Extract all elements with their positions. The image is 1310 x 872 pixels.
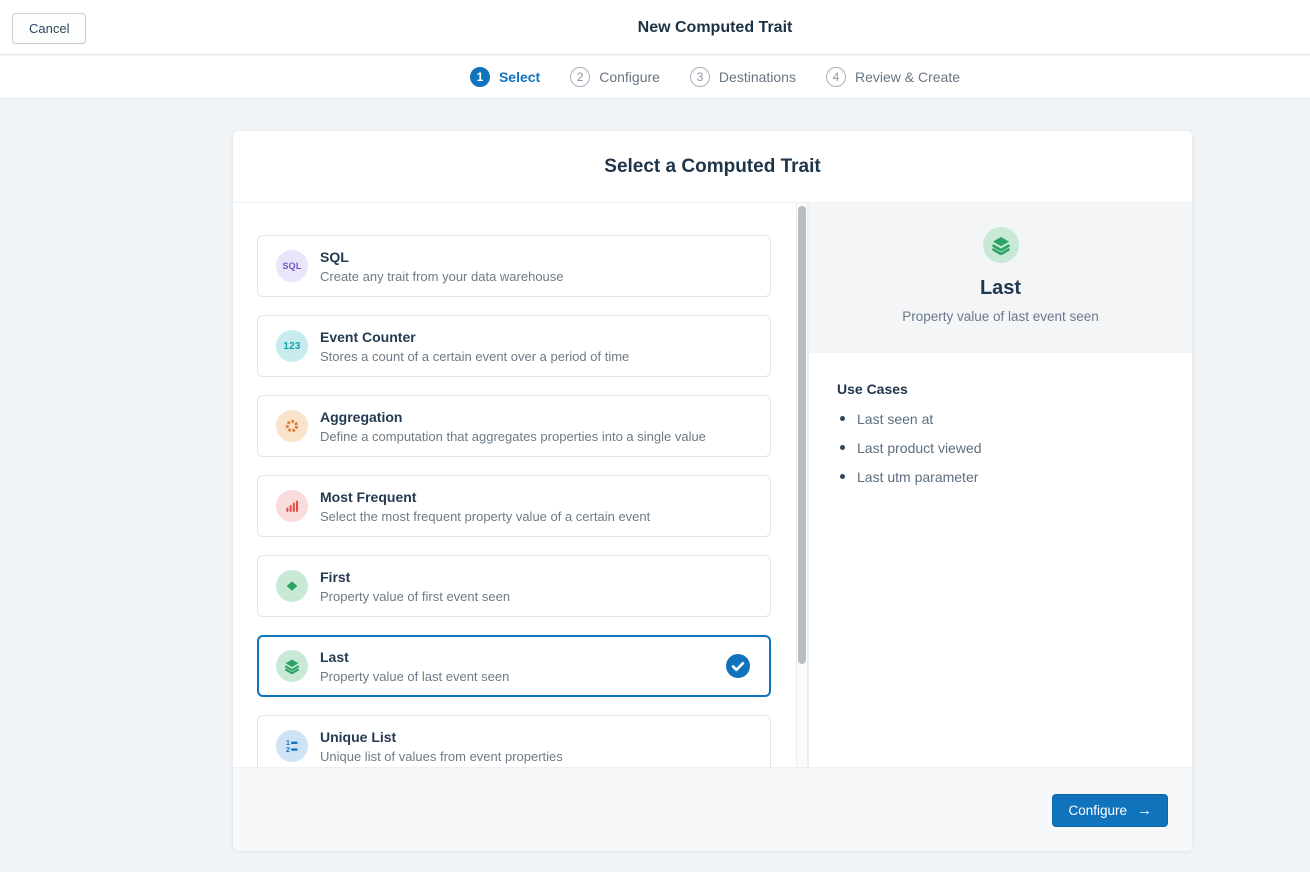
trait-option-unique-list[interactable]: 12 Unique List Unique list of values from … — [257, 715, 771, 767]
trait-name: Aggregation — [320, 409, 706, 425]
step-label: Destinations — [719, 69, 796, 85]
trait-name: First — [320, 569, 510, 585]
trait-description: Stores a count of a certain event over a… — [320, 349, 629, 364]
use-cases-list: Last seen at Last product viewed Last utm … — [837, 411, 1168, 485]
card-title: Select a Computed Trait — [604, 156, 820, 178]
trait-description: Define a computation that aggregates pro… — [320, 429, 706, 444]
trait-name: Unique List — [320, 729, 563, 745]
card-header: Select a Computed Trait — [233, 131, 1192, 203]
step-number-badge: 1 — [470, 67, 490, 87]
step-label: Select — [499, 69, 540, 85]
numbered-list-icon: 12 — [276, 730, 308, 762]
trait-text: Most Frequent Select the most frequent pr… — [320, 489, 650, 524]
trait-list: SQL SQL Create any trait from your data wa… — [233, 203, 796, 767]
trait-option-most-frequent[interactable]: Most Frequent Select the most frequent pr… — [257, 475, 771, 537]
scrollbar-thumb[interactable] — [798, 206, 806, 664]
bar-chart-icon — [276, 490, 308, 522]
step-destinations[interactable]: 3 Destinations — [690, 67, 796, 87]
detail-header: Last Property value of last event seen — [809, 203, 1192, 353]
trait-description: Property value of first event seen — [320, 589, 510, 604]
trait-text: SQL Create any trait from your data wareh… — [320, 249, 564, 284]
configure-button[interactable]: Configure → — [1052, 794, 1168, 827]
trait-text: Aggregation Define a computation that agg… — [320, 409, 706, 444]
trait-option-event-counter[interactable]: 123 Event Counter Stores a count of a cert… — [257, 315, 771, 377]
detail-subtitle: Property value of last event seen — [809, 309, 1192, 324]
arrow-right-icon: → — [1137, 803, 1152, 818]
svg-text:2: 2 — [286, 747, 290, 754]
trait-description: Select the most frequent property value … — [320, 509, 650, 524]
use-case-item: Last seen at — [837, 411, 1168, 427]
sql-badge-icon: SQL — [276, 250, 308, 282]
trait-text: Event Counter Stores a count of a certain… — [320, 329, 629, 364]
detail-body: Use Cases Last seen at Last product viewe… — [809, 353, 1192, 485]
card-body: SQL SQL Create any trait from your data wa… — [233, 203, 1192, 767]
counter-123-icon: 123 — [276, 330, 308, 362]
trait-option-aggregation[interactable]: Aggregation Define a computation that agg… — [257, 395, 771, 457]
trait-option-first[interactable]: First Property value of first event seen — [257, 555, 771, 617]
check-circle-icon — [726, 654, 750, 678]
select-trait-card: Select a Computed Trait SQL SQL Create any… — [232, 130, 1193, 852]
step-number-badge: 2 — [570, 67, 590, 87]
trait-list-scrollbar[interactable] — [796, 203, 808, 767]
trait-option-last[interactable]: Last Property value of last event seen — [257, 635, 771, 697]
step-label: Review & Create — [855, 69, 960, 85]
layers-icon — [983, 227, 1019, 263]
trait-description: Unique list of values from event propert… — [320, 749, 563, 764]
detail-title: Last — [809, 277, 1192, 300]
step-select[interactable]: 1 Select — [470, 67, 540, 87]
step-configure[interactable]: 2 Configure — [570, 67, 660, 87]
trait-text: First Property value of first event seen — [320, 569, 510, 604]
gear-ring-icon — [276, 410, 308, 442]
step-label: Configure — [599, 69, 660, 85]
trait-name: Event Counter — [320, 329, 629, 345]
trait-description: Create any trait from your data warehous… — [320, 269, 564, 284]
trait-detail-panel: Last Property value of last event seen U… — [808, 203, 1192, 767]
top-header: Cancel New Computed Trait — [0, 0, 1310, 55]
step-number-badge: 3 — [690, 67, 710, 87]
step-number-badge: 4 — [826, 67, 846, 87]
page-title: New Computed Trait — [120, 0, 1310, 55]
use-case-item: Last product viewed — [837, 440, 1168, 456]
trait-name: Last — [320, 649, 509, 665]
diamond-icon — [276, 570, 308, 602]
trait-text: Last Property value of last event seen — [320, 649, 509, 684]
cancel-button[interactable]: Cancel — [12, 13, 86, 44]
trait-option-sql[interactable]: SQL SQL Create any trait from your data wa… — [257, 235, 771, 297]
step-review-create[interactable]: 4 Review & Create — [826, 67, 960, 87]
use-cases-heading: Use Cases — [837, 381, 1168, 397]
trait-name: Most Frequent — [320, 489, 650, 505]
use-case-item: Last utm parameter — [837, 469, 1168, 485]
stepper: 1 Select 2 Configure 3 Destinations 4 Review & … — [0, 56, 1310, 99]
trait-text: Unique List Unique list of values from ev… — [320, 729, 563, 764]
card-footer: Configure → — [233, 767, 1192, 851]
trait-description: Property value of last event seen — [320, 669, 509, 684]
configure-button-label: Configure — [1068, 803, 1127, 818]
layers-icon — [276, 650, 308, 682]
trait-name: SQL — [320, 249, 564, 265]
